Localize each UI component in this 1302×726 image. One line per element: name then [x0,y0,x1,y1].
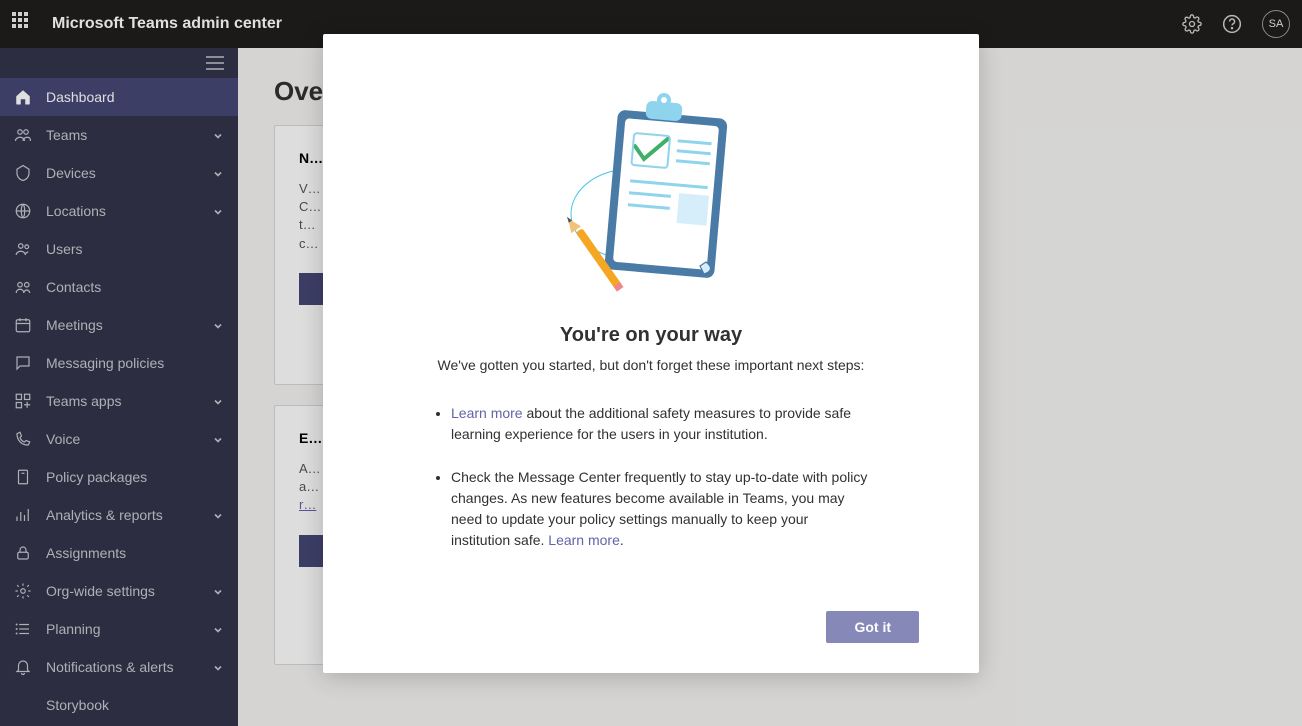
avatar[interactable]: SA [1262,10,1290,38]
dialog-subtitle: We've gotten you started, but don't forg… [383,357,919,373]
learn-more-link[interactable]: Learn more [451,405,523,421]
app-launcher-icon[interactable] [12,12,36,36]
clipboard-illustration [383,74,919,294]
got-it-button[interactable]: Got it [826,611,919,643]
dialog-title: You're on your way [383,324,919,347]
settings-icon[interactable] [1182,14,1202,34]
learn-more-link[interactable]: Learn more [548,532,620,548]
app-title: Microsoft Teams admin center [52,15,282,33]
dialog-bullet-safety: Learn more about the additional safety m… [451,403,871,445]
onboarding-dialog: You're on your way We've gotten you star… [323,34,979,673]
help-icon[interactable] [1222,14,1242,34]
dialog-bullet-message-center: Check the Message Center frequently to s… [451,467,871,551]
modal-overlay[interactable]: You're on your way We've gotten you star… [0,48,1302,726]
